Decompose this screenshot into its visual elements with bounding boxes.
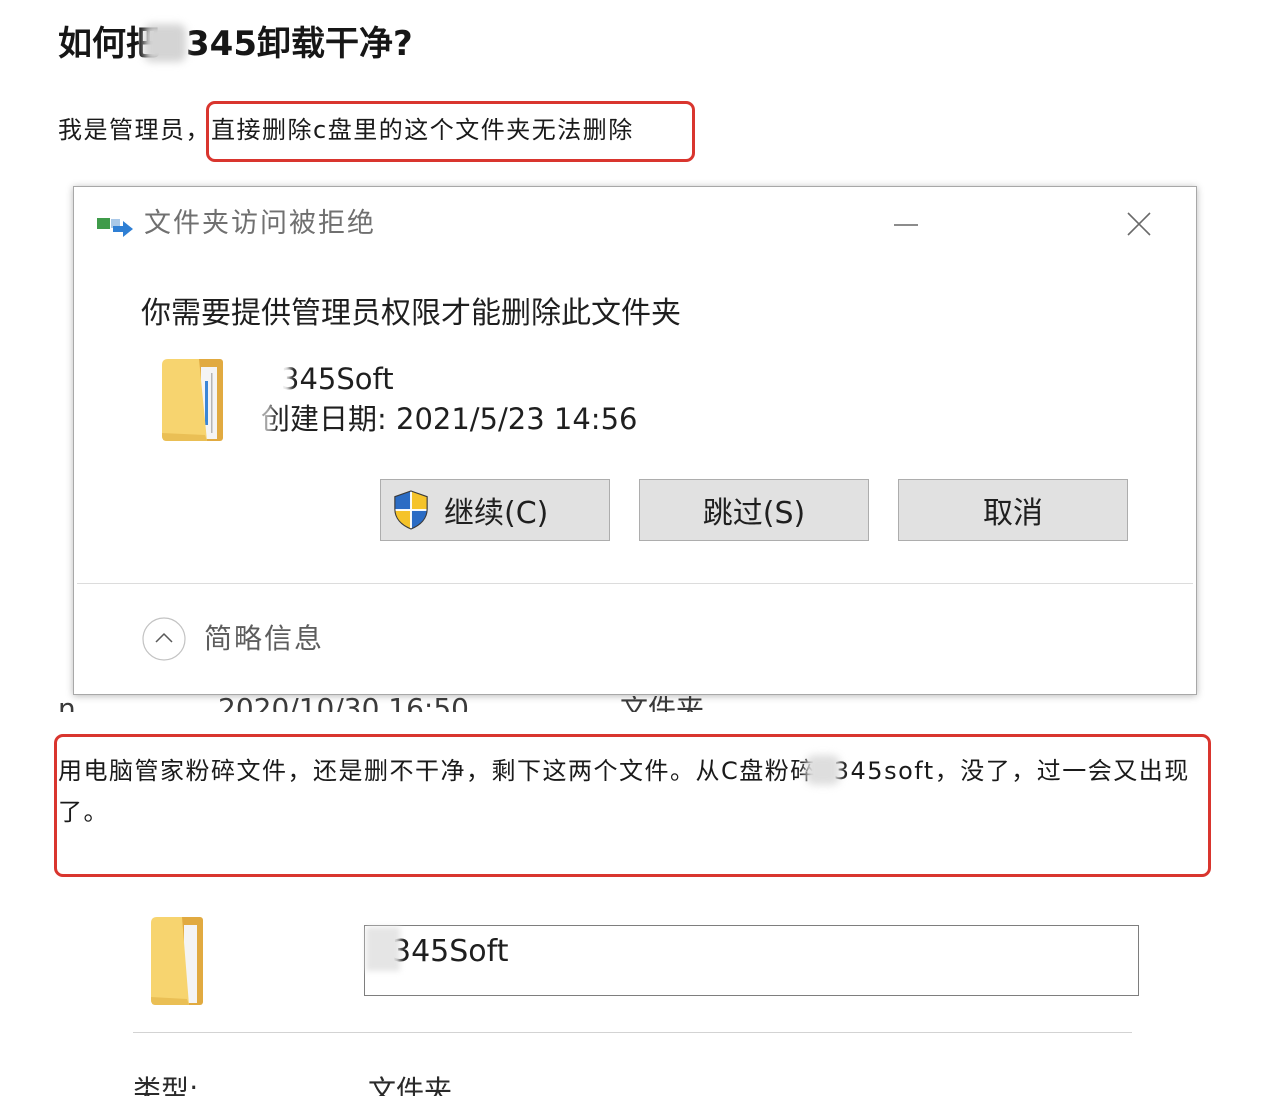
folder-icon (162, 359, 223, 441)
continue-label: 继续(C) (444, 496, 549, 531)
folder-name: 345Soft (281, 362, 394, 396)
close-button[interactable] (1124, 209, 1154, 239)
question-title: 如何把 345卸载干净? (58, 21, 413, 67)
type-value: 文件夹 (368, 1074, 453, 1096)
type-label: 类型: (133, 1074, 199, 1096)
details-toggle-label: 简略信息 (204, 622, 325, 655)
row-type: 文件夹 (620, 696, 704, 712)
row-name-fragment: n (58, 696, 76, 712)
continue-button[interactable]: 继续(C) (380, 479, 610, 541)
minimize-icon (894, 224, 918, 226)
folder-name-value: 345Soft (392, 934, 509, 969)
privacy-blur (805, 755, 840, 785)
skip-button[interactable]: 跳过(S) (639, 479, 869, 541)
note-text-middle: 345soft，没了，过一会又出现 (833, 757, 1190, 785)
file-transfer-icon (97, 218, 133, 237)
privacy-blur (366, 927, 400, 971)
properties-type-row: 类型: 文件夹 (0, 1074, 1280, 1096)
folder-access-denied-dialog: 文件夹访问被拒绝 你需要提供管理员权限才能删除此文件夹 345Soft 创建日期… (73, 186, 1197, 695)
cancel-label: 取消 (983, 496, 1043, 531)
created-date: 创建日期: 2021/5/23 14:56 (261, 402, 638, 436)
folder-name-field[interactable]: 345Soft (364, 925, 1139, 996)
note-line: 用电脑管家粉碎文件，还是删不干净，剩下这两个文件。从C盘粉碎 345soft，没了… (58, 751, 1190, 792)
folder-icon (151, 917, 203, 1005)
privacy-blur (260, 361, 290, 399)
row-date-modified: 2020/10/30 16:50 (218, 696, 469, 712)
question-title-end: 345卸载干净? (186, 24, 413, 64)
chevron-up-icon (142, 617, 186, 661)
note-text-start: 用电脑管家粉碎文件，还是删不干净，剩下这两个文件。从C盘粉碎 (58, 757, 816, 785)
skip-label: 跳过(S) (702, 496, 806, 531)
explorer-row-fragment: n 2020/10/30 16:50 文件夹 (0, 696, 1280, 712)
dialog-message: 你需要提供管理员权限才能删除此文件夹 (141, 296, 681, 331)
dialog-divider (77, 583, 1193, 584)
properties-divider (133, 1032, 1132, 1033)
cancel-button[interactable]: 取消 (898, 479, 1128, 541)
highlight-box (206, 101, 695, 162)
note-line: 了。 (58, 798, 109, 826)
note-text: 用电脑管家粉碎文件，还是删不干净，剩下这两个文件。从C盘粉碎 345soft，没了… (58, 751, 1190, 833)
uac-shield-icon (394, 490, 428, 530)
page: 如何把 345卸载干净? 我是管理员，直接删除c盘里的这个文件夹无法删除 文件夹访… (0, 0, 1280, 1096)
details-toggle[interactable]: 简略信息 (142, 617, 324, 661)
minimize-button[interactable] (892, 209, 922, 239)
close-icon (1127, 212, 1151, 236)
intro-text: 我是管理员， (58, 116, 211, 144)
privacy-blur (144, 23, 186, 62)
dialog-title: 文件夹访问被拒绝 (144, 208, 376, 239)
privacy-blur (257, 403, 273, 437)
